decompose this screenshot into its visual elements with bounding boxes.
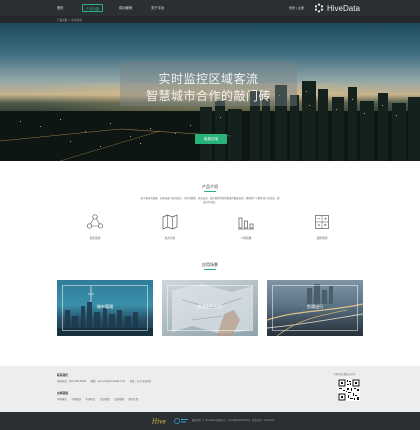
feature-label: 趋势预测 xyxy=(316,236,328,240)
login-register-link[interactable]: 登录 | 注册 xyxy=(289,6,304,10)
case-label: 旅游出行分析 xyxy=(197,304,223,309)
partner-logos: Hive xyxy=(152,417,188,425)
feature-item[interactable]: 客流监测 xyxy=(80,213,110,243)
feature-label: 人群画像 xyxy=(240,236,252,240)
partner-logo-icon: Hive xyxy=(152,418,188,426)
friend-link[interactable]: 腾讯位置 xyxy=(129,398,139,401)
cases-title: 应用场景 xyxy=(202,262,218,267)
feature-label: 热力分析 xyxy=(164,236,176,240)
contact-address: 地址：北京市海淀区 xyxy=(129,380,152,383)
nav-item-home[interactable]: 首页 xyxy=(57,5,64,10)
friend-links: 中国移动 中国联通 中国电信 百度地图 高德地图 腾讯位置 xyxy=(57,397,142,401)
case-label: 交通出行 xyxy=(306,304,324,309)
intro-title-underline xyxy=(204,191,216,192)
copyright: 版权所有 © HiveData 数据平台 · 京ICP备00000000号 · … xyxy=(192,418,275,422)
case-card-city[interactable]: 城市管理 xyxy=(57,280,153,336)
intro-title: 产品介绍 xyxy=(202,184,218,189)
contact-phone: 热线电话：400-000-0000 xyxy=(57,380,86,383)
feature-item[interactable]: 热力分析 xyxy=(155,213,185,243)
hivedata-logo-icon xyxy=(314,3,324,13)
calculator-icon xyxy=(315,215,329,229)
friend-link[interactable]: 百度地图 xyxy=(100,398,110,401)
contact-email[interactable]: 邮箱：service@hivedata.com xyxy=(91,380,125,383)
page: 首页 产品功能 成功案例 关于平台 登录 | 注册 HiveData 产品功能 … xyxy=(0,0,420,430)
bottom-bar: Hive 版权所有 © HiveData 数据平台 · 京ICP备0000000… xyxy=(0,412,420,430)
intro-text: 基于移动大数据，对客流进行实时监控，为区域管理、商业运营、城市规划等提供精准的数… xyxy=(140,197,280,204)
hero-text-box: 实时监控区域客流 智慧城市合作的敲门砖 xyxy=(120,62,297,106)
friend-link[interactable]: 高德地图 xyxy=(114,398,124,401)
brand-name: HiveData xyxy=(327,3,360,13)
friend-link[interactable]: 中国电信 xyxy=(86,398,96,401)
hero-headline: 实时监控区域客流 xyxy=(158,72,259,86)
feature-label: 客流监测 xyxy=(89,236,101,240)
feature-item[interactable]: 趋势预测 xyxy=(307,213,337,243)
map-icon xyxy=(162,214,178,230)
friend-link[interactable]: 中国移动 xyxy=(57,398,67,401)
qr-caption: 扫码关注微信公众号 xyxy=(334,373,356,376)
friend-link[interactable]: 中国联通 xyxy=(71,398,81,401)
nav-item-products[interactable]: 产品功能 xyxy=(82,4,104,12)
people-network-icon xyxy=(86,214,104,229)
top-navbar: 首页 产品功能 成功案例 关于平台 登录 | 注册 HiveData xyxy=(0,0,420,16)
hero-subheadline: 智慧城市合作的敲门砖 xyxy=(145,89,271,103)
breadcrumb-text: 产品功能 > 实时客流 xyxy=(57,18,82,22)
svg-text:Hive: Hive xyxy=(152,419,167,426)
qr-code-icon xyxy=(338,379,360,401)
contact-title: 联系我们 xyxy=(57,373,69,377)
breadcrumb: 产品功能 > 实时客流 xyxy=(0,16,420,23)
case-label: 城市管理 xyxy=(96,304,114,309)
case-card-traffic[interactable]: 交通出行 xyxy=(267,280,363,336)
links-title: 友情链接 xyxy=(57,391,69,395)
case-card-tourism[interactable]: 旅游出行分析 xyxy=(162,280,258,336)
nav-item-about[interactable]: 关于平台 xyxy=(151,5,164,10)
feature-item[interactable]: 人群画像 xyxy=(231,213,261,243)
cases-title-underline xyxy=(204,269,216,270)
bar-chart-icon xyxy=(238,217,254,230)
nav-item-cases[interactable]: 成功案例 xyxy=(119,5,132,10)
free-trial-label: 免费试用 xyxy=(203,136,219,141)
contact-line: 热线电话：400-000-0000 邮箱：service@hivedata.co… xyxy=(57,379,155,383)
free-trial-button[interactable]: 免费试用 xyxy=(195,134,227,144)
brand[interactable]: HiveData xyxy=(314,3,360,13)
